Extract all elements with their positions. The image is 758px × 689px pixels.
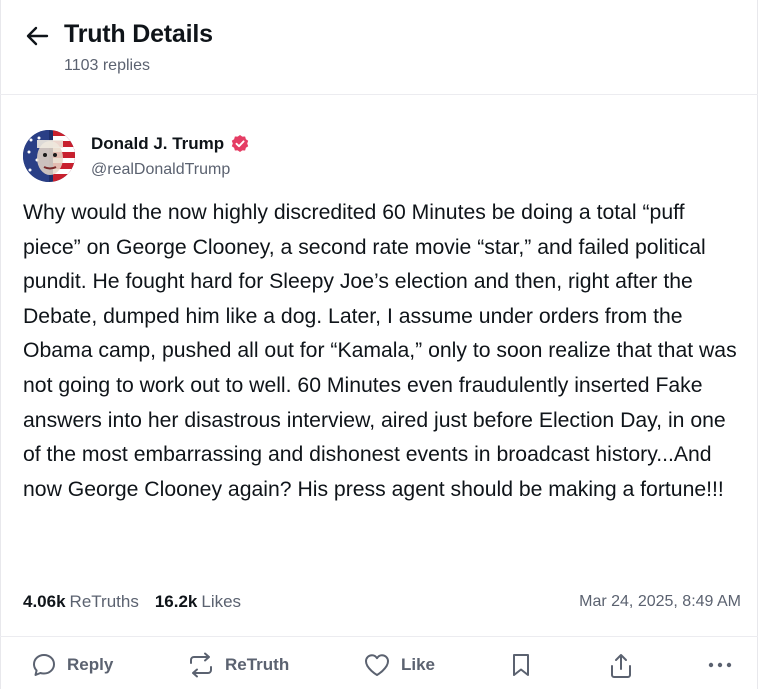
retruths-label: ReTruths (69, 592, 139, 611)
retruths-count: 4.06k (23, 592, 66, 611)
more-options-button[interactable] (707, 652, 733, 678)
reply-button[interactable]: Reply (31, 652, 113, 678)
like-button[interactable]: Like (363, 652, 435, 678)
header-divider (0, 94, 758, 95)
reply-count: 1103 replies (64, 57, 150, 74)
actions-divider (0, 636, 758, 637)
speech-bubble-icon (33, 654, 55, 676)
bookmark-button[interactable] (510, 652, 532, 678)
avatar[interactable] (23, 130, 75, 182)
likes-count: 16.2k (154, 592, 198, 611)
reply-label: Reply (67, 655, 114, 674)
repost-arrows-icon (190, 652, 212, 678)
back-button[interactable] (24, 22, 52, 50)
page-title: Truth Details (64, 20, 213, 48)
likes-stat[interactable]: 16.2k Likes (155, 592, 241, 612)
share-icon (611, 654, 631, 678)
heart-icon (365, 654, 389, 676)
verified-badge-icon (231, 135, 249, 152)
post-stats: 4.06k ReTruths 16.2k Likes (23, 592, 257, 612)
action-bar: Reply ReTruth Like (0, 648, 758, 689)
author-row: Donald J. Trump (91, 134, 250, 154)
author-name[interactable]: Donald J. Trump (91, 134, 224, 154)
retruths-stat[interactable]: 4.06k ReTruths (23, 592, 139, 612)
page-header: Truth Details 1103 replies (0, 0, 758, 94)
bookmark-icon (513, 654, 529, 676)
post-timestamp[interactable]: Mar 24, 2025, 8:49 AM (579, 593, 741, 611)
more-dots-icon (708, 662, 732, 668)
author-handle[interactable]: @realDonaldTrump (91, 161, 230, 179)
likes-label: Likes (201, 592, 242, 611)
retruth-button[interactable]: ReTruth (187, 652, 289, 678)
arrow-left-icon (26, 26, 49, 46)
post-body: Why would the now highly discredited 60 … (23, 201, 737, 501)
retruth-label: ReTruth (225, 655, 290, 674)
share-button[interactable] (608, 652, 634, 680)
like-label: Like (401, 655, 436, 674)
